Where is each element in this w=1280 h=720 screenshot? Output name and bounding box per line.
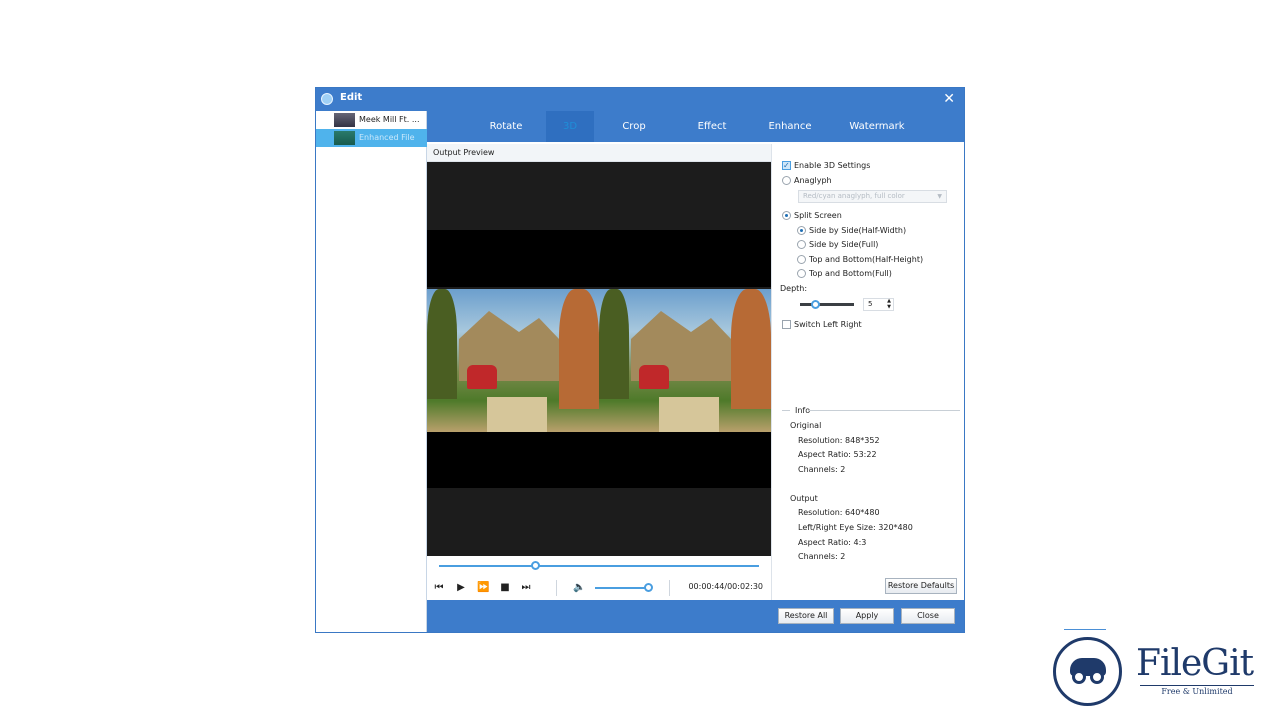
split-option-radio[interactable] [797,255,806,264]
output-heading: Output [790,494,818,503]
letterbox-bottom [427,432,771,488]
split-option-label: Top and Bottom(Half-Height) [809,255,924,264]
right-eye-view [599,289,771,432]
edit-window: Edit ✕ Meek Mill Ft. ... Enhanced File R… [315,87,965,633]
play-icon[interactable]: ▶ [455,582,467,594]
original-aspect-ratio: Aspect Ratio: 53:22 [798,450,877,459]
left-eye-view [427,289,599,432]
anaglyph-select[interactable]: Red/cyan anaglyph, full color ▼ [798,190,947,203]
volume-icon[interactable]: 🔈 [573,582,585,594]
switch-left-right-checkbox[interactable] [782,320,791,329]
tab-watermark[interactable]: Watermark [841,111,913,142]
seek-track[interactable] [439,565,759,567]
tab-enhance[interactable]: Enhance [757,111,823,142]
anaglyph-radio[interactable] [782,176,791,185]
stop-icon[interactable]: ■ [499,582,511,594]
playback-controls: ⏮ ▶ ⏩ ■ ⏭ 🔈 00:00:44/00:02:30 [427,576,771,600]
split-option-label: Side by Side(Full) [809,240,879,249]
split-option-radio[interactable] [797,226,806,235]
volume-handle[interactable] [644,583,654,592]
file-item[interactable]: Meek Mill Ft. ... [316,111,427,129]
original-resolution: Resolution: 848*352 [798,436,880,445]
stepper-arrows-icon[interactable]: ▲ ▼ [887,298,891,310]
output-preview-label: Output Preview [427,144,771,162]
video-thumbnail [334,113,355,127]
original-channels: Channels: 2 [798,465,846,474]
tab-bar: Rotate 3D Crop Effect Enhance Watermark [427,111,964,142]
letterbox-top [427,230,771,287]
file-name: Enhanced File [359,133,415,142]
output-resolution: Resolution: 640*480 [798,508,880,517]
restore-defaults-button[interactable]: Restore Defaults [885,578,957,594]
video-thumbnail [334,131,355,145]
depth-stepper[interactable]: 5 ▲ ▼ [863,298,894,311]
video-preview [427,162,771,556]
output-aspect-ratio: Aspect Ratio: 4:3 [798,538,867,547]
switch-left-right-label: Switch Left Right [794,320,862,329]
window-title: Edit [340,92,363,103]
original-heading: Original [790,421,822,430]
binoculars-icon [1053,637,1122,706]
watermark-logo: FileGit Free & Unlimited [1052,628,1267,708]
close-button[interactable]: Close [901,608,955,624]
file-list: Meek Mill Ft. ... Enhanced File [316,111,427,632]
logo-brand: FileGit [1136,643,1254,684]
split-option-label: Top and Bottom(Full) [809,269,892,278]
anaglyph-label: Anaglyph [794,176,832,185]
apply-button[interactable]: Apply [840,608,894,624]
close-icon[interactable]: ✕ [943,91,955,107]
split-screen-label: Split Screen [794,211,842,220]
restore-all-button[interactable]: Restore All [778,608,834,624]
fast-forward-icon[interactable]: ⏩ [477,582,489,594]
split-screen-frame [427,289,771,432]
3d-settings-panel: Enable 3D Settings Anaglyph Red/cyan ana… [771,144,964,600]
depth-label: Depth: [780,284,808,293]
split-option-label: Side by Side(Half-Width) [809,226,907,235]
output-channels: Channels: 2 [798,552,846,561]
depth-value: 5 [868,300,873,308]
depth-slider[interactable] [800,303,854,306]
logo-tagline: Free & Unlimited [1140,685,1254,696]
tab-rotate[interactable]: Rotate [473,111,539,142]
chevron-down-icon: ▼ [937,193,942,200]
file-name: Meek Mill Ft. ... [359,115,420,124]
seek-bar[interactable] [427,556,771,576]
tab-3d[interactable]: 3D [546,111,594,142]
skip-next-icon[interactable]: ⏭ [520,582,532,594]
app-icon [321,93,333,105]
title-bar: Edit ✕ [316,88,964,111]
split-screen-radio[interactable] [782,211,791,220]
split-option-radio[interactable] [797,240,806,249]
split-option-radio[interactable] [797,269,806,278]
output-eye-size: Left/Right Eye Size: 320*480 [798,523,913,532]
volume-slider[interactable] [595,587,651,589]
depth-handle[interactable] [811,300,820,309]
footer-bar: Restore All Apply Close [427,600,964,632]
seek-handle[interactable] [531,561,540,570]
tab-effect[interactable]: Effect [679,111,745,142]
enable-3d-label: Enable 3D Settings [794,161,871,170]
anaglyph-select-value: Red/cyan anaglyph, full color [803,192,905,200]
time-display: 00:00:44/00:02:30 [688,582,763,591]
file-item-selected[interactable]: Enhanced File [316,129,427,147]
skip-back-icon[interactable]: ⏮ [433,582,445,594]
tab-crop[interactable]: Crop [601,111,667,142]
enable-3d-checkbox[interactable] [782,159,791,172]
